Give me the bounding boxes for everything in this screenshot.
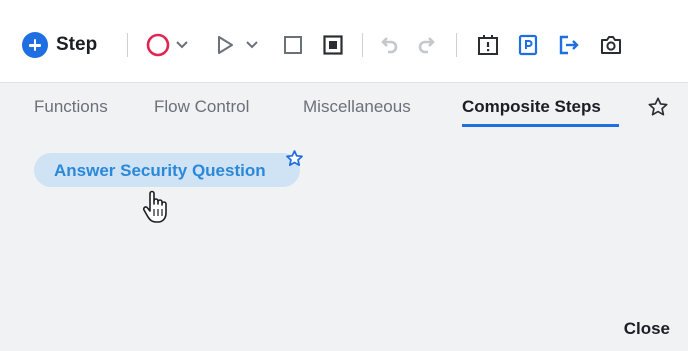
chevron-down-icon xyxy=(176,41,188,49)
exit-icon xyxy=(559,35,579,55)
composite-step-label: Answer Security Question xyxy=(54,161,266,180)
export-document-icon xyxy=(518,34,538,56)
close-button[interactable]: Close xyxy=(624,319,670,339)
exit-button[interactable] xyxy=(555,31,583,59)
toolbar-separator xyxy=(456,33,457,57)
add-step-button[interactable]: Step xyxy=(22,30,97,60)
export-document-button[interactable] xyxy=(514,31,542,59)
step-library-panel: Functions Flow Control Miscellaneous Com… xyxy=(0,83,688,351)
active-tab-indicator xyxy=(462,124,619,127)
chevron-down-icon xyxy=(246,41,258,49)
camera-icon xyxy=(601,36,621,54)
plus-circle-icon xyxy=(22,32,48,58)
play-icon xyxy=(218,36,233,54)
toolbar-separator xyxy=(127,33,128,57)
redo-icon xyxy=(418,37,435,54)
stop-button[interactable] xyxy=(280,32,306,58)
star-outline-icon xyxy=(648,97,668,116)
run-button[interactable] xyxy=(212,32,238,58)
tab-miscellaneous[interactable]: Miscellaneous xyxy=(303,97,411,117)
stop-recording-button[interactable] xyxy=(320,32,346,58)
hand-cursor-icon xyxy=(141,189,173,225)
checkpoint-button[interactable] xyxy=(474,31,502,59)
stop-record-icon xyxy=(323,35,343,55)
star-outline-icon xyxy=(286,150,303,167)
undo-icon xyxy=(381,37,398,54)
favorites-tab[interactable] xyxy=(647,96,671,120)
checkpoint-icon xyxy=(478,35,498,55)
undo-button[interactable] xyxy=(374,31,402,59)
record-button[interactable] xyxy=(143,31,173,59)
run-options-dropdown[interactable] xyxy=(244,36,260,54)
redo-button[interactable] xyxy=(414,31,442,59)
tab-composite-steps[interactable]: Composite Steps xyxy=(462,97,601,117)
tab-flow-control[interactable]: Flow Control xyxy=(154,97,249,117)
screenshot-button[interactable] xyxy=(597,31,625,59)
stop-square-icon xyxy=(284,36,302,54)
composite-step-chip[interactable]: Answer Security Question xyxy=(34,153,300,187)
toolbar-separator xyxy=(362,33,363,57)
pointer-hand-icon xyxy=(142,190,167,223)
add-step-label: Step xyxy=(56,34,98,55)
tab-functions[interactable]: Functions xyxy=(34,97,108,117)
favorite-star-button[interactable] xyxy=(285,149,305,169)
record-options-dropdown[interactable] xyxy=(174,36,190,54)
record-circle-icon xyxy=(146,33,170,57)
toolbar: Step xyxy=(0,0,688,83)
